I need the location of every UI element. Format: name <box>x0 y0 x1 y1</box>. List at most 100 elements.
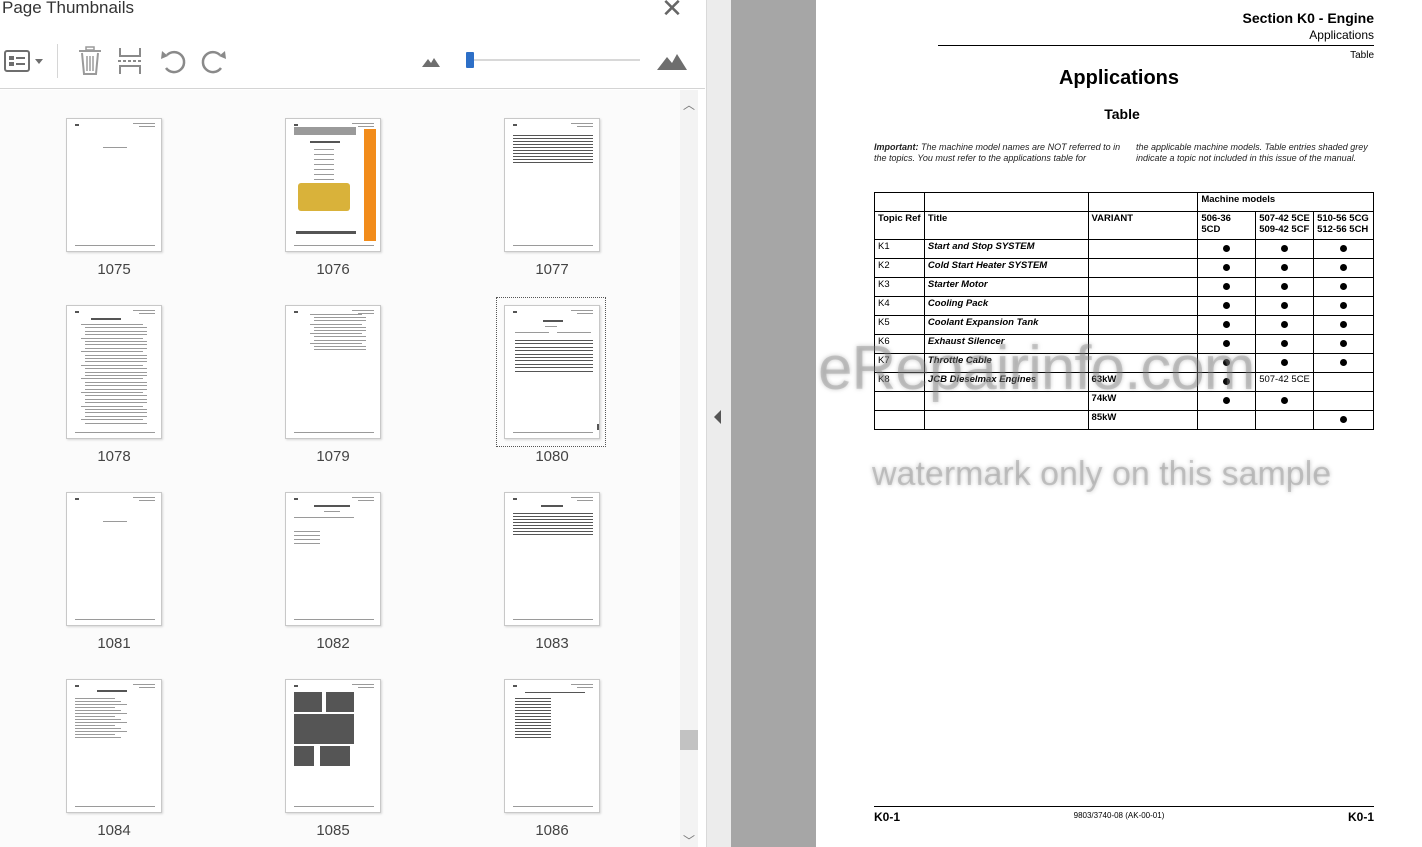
col-variant: VARIANT <box>1087 211 1199 240</box>
thumbnail-content-mark <box>515 704 551 705</box>
watermark-main: eRepairinfo.com <box>818 334 1255 403</box>
thumbnail-size-slider[interactable] <box>466 52 640 68</box>
thumbnail-content-mark <box>310 333 362 335</box>
table-row: K1 Start and Stop SYSTEM <box>874 239 1374 259</box>
close-panel-button[interactable]: ✕ <box>660 0 684 21</box>
col-topic-ref: Topic Ref <box>874 211 925 240</box>
thumbnail-content-mark <box>85 375 147 376</box>
col-model-2a: 507-42 5CE <box>1259 213 1310 224</box>
cell-title: Coolant Expansion Tank <box>923 315 1089 335</box>
thumbnail-content-mark <box>515 719 551 720</box>
table-row: K2 Cold Start Heater SYSTEM <box>874 258 1374 278</box>
cell-model-2 <box>1255 391 1315 411</box>
thumbnail-content-mark <box>310 314 362 315</box>
zoom-in-thumbnails-button[interactable] <box>655 44 689 78</box>
cell-model-2 <box>1255 258 1315 278</box>
scroll-down-icon[interactable]: ﹀ <box>680 832 698 847</box>
thumbnail-content-mark <box>294 127 356 135</box>
cell-model-3 <box>1313 372 1374 392</box>
small-mountain-icon <box>422 58 440 67</box>
table-group-header-row: Machine models <box>874 192 1374 212</box>
thumbnail-content-mark <box>314 149 334 150</box>
page-thumbnail[interactable]: 1080 <box>496 297 704 485</box>
thumbnail-content-mark <box>515 707 551 708</box>
cell-variant <box>1087 277 1199 297</box>
col-model-2b: 509-42 5CF <box>1259 224 1310 235</box>
delete-pages-button[interactable] <box>75 44 105 78</box>
thumbnail-content-mark <box>75 710 121 711</box>
thumbnail-content-mark <box>545 326 557 327</box>
applicable-dot <box>1340 301 1348 309</box>
page-thumbnail[interactable]: 1077 <box>504 118 704 298</box>
thumbnail-content-mark <box>352 684 374 685</box>
cell-model-2 <box>1255 239 1315 259</box>
thumbnail-page-image <box>504 305 600 439</box>
extract-pages-button[interactable] <box>115 44 145 78</box>
cell-topic-ref: K3 <box>874 277 925 297</box>
thumbnail-content-mark <box>314 164 334 165</box>
thumbnail-content-mark <box>75 725 115 726</box>
thumbnail-content-mark <box>85 388 147 390</box>
cell-topic-ref <box>874 410 925 430</box>
section-subtitle: Applications <box>1309 28 1374 42</box>
thumbnail-content-mark <box>314 317 366 319</box>
thumbnail-toolbar <box>0 36 705 86</box>
zoom-out-thumbnails-button[interactable] <box>420 44 442 78</box>
page-heading: Applications <box>1058 67 1179 89</box>
slider-handle[interactable] <box>466 52 474 68</box>
thumbnail-content-mark <box>294 517 354 518</box>
cell-topic-ref: K4 <box>874 296 925 316</box>
thumbnail-scrollbar[interactable]: ︿ ﹀ <box>680 90 698 847</box>
footer-right: K0-1 <box>1347 810 1374 824</box>
cell-model-3 <box>1313 353 1374 373</box>
thumbnail-page-number: 1075 <box>97 261 131 278</box>
thumbnail-content-mark <box>75 311 79 313</box>
cell-topic-ref: K2 <box>874 258 925 278</box>
page-thumbnails-panel: Page Thumbnails ✕ 1075 1076 1077 1078 10… <box>0 0 707 847</box>
cell-topic-ref: K5 <box>874 315 925 335</box>
rotate-clockwise-button[interactable] <box>198 44 230 78</box>
thumbnail-content-mark <box>314 326 366 328</box>
thumbnail-content-mark <box>139 687 155 688</box>
col-title: Title <box>923 211 1089 240</box>
thumbnail-content-mark <box>326 692 354 712</box>
thumbnail-page-image <box>285 305 381 439</box>
thumbnail-content-mark <box>294 432 374 433</box>
header-rule <box>938 45 1374 46</box>
thumbnail-content-mark <box>515 713 551 714</box>
thumbnail-content-mark <box>310 323 362 325</box>
thumbnail-content-mark <box>139 126 155 127</box>
applicable-dot <box>1223 282 1231 290</box>
footer-rule <box>874 806 1374 807</box>
toolbar-divider <box>0 88 705 89</box>
scroll-up-icon[interactable]: ︿ <box>680 96 698 112</box>
watermark-sub: watermark only on this sample <box>872 455 1332 493</box>
rotate-clockwise-icon <box>201 50 226 74</box>
thumbnail-content-mark <box>85 341 147 342</box>
panel-splitter[interactable] <box>706 0 731 847</box>
thumbnail-content-mark <box>577 500 593 501</box>
cell-model-3 <box>1313 239 1374 259</box>
table-row: 85kW <box>874 410 1374 430</box>
thumbnail-content-mark <box>352 497 374 498</box>
thumbnail-content-mark <box>515 722 551 723</box>
col-model-3b: 512-56 5CH <box>1317 224 1369 235</box>
page-thumbnail[interactable]: 1086 <box>504 679 704 847</box>
thumbnail-content-mark <box>513 806 593 807</box>
thumbnail-page-number: 1086 <box>535 822 569 839</box>
page-thumbnail[interactable]: 1083 <box>504 492 704 672</box>
thumbnail-content-mark <box>85 371 147 373</box>
thumbnail-page-number: 1083 <box>535 635 569 652</box>
scrollbar-thumb[interactable] <box>680 730 698 750</box>
thumbnail-content-mark <box>85 381 147 383</box>
thumbnail-content-mark <box>358 126 374 127</box>
options-menu-button[interactable] <box>2 44 46 78</box>
thumbnail-content-mark <box>577 126 593 127</box>
thumbnail-content-mark <box>577 687 593 688</box>
collapse-panel-icon[interactable] <box>714 410 721 424</box>
thumbnail-content-mark <box>515 710 551 711</box>
rotate-counterclockwise-button[interactable] <box>157 44 189 78</box>
thumbnail-content-mark <box>358 500 374 501</box>
table-row: K5 Coolant Expansion Tank <box>874 315 1374 335</box>
thumbnail-content-mark <box>310 141 340 143</box>
